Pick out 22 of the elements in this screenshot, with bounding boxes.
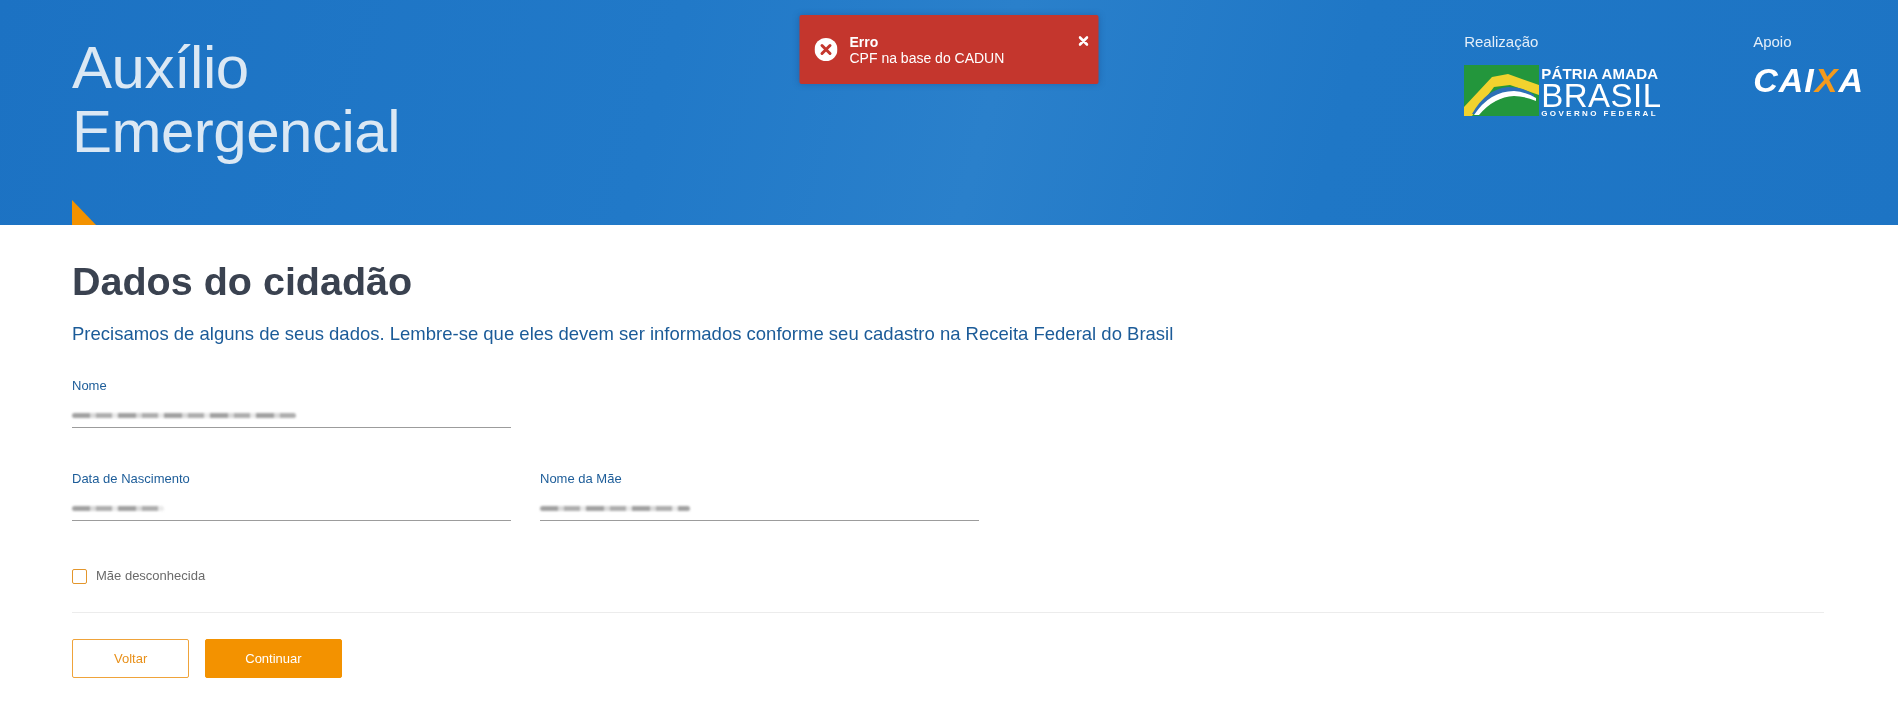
back-button[interactable]: Voltar [72,639,190,678]
field-label: Nome da Mãe [540,471,623,487]
logo-text: CAIXA [1753,65,1864,95]
sponsor-label: Apoio [1753,33,1793,51]
sponsor-label: Realização [1464,33,1540,51]
continue-button[interactable]: Continuar [205,639,342,678]
intro-text: Precisamos de alguns de seus dados. Lembre-se que eles devem ser informados conforme seu cadastro na Receita Federal do Brasil [72,324,1175,344]
close-icon[interactable] [1078,36,1089,46]
checkbox[interactable] [72,568,87,584]
triangle-mark-icon [72,200,96,225]
checkbox-label: Mãe desconhecida [96,568,206,584]
field-label: Data de Nascimento [72,471,191,487]
logo-text: BRASIL [1541,82,1660,109]
error-icon [814,38,838,61]
toast-message: CPF na base do CADUN [849,49,1006,66]
logo-text: PÁTRIA AMADA [1541,65,1660,82]
page-heading: Dados do cidadão [72,259,414,303]
flag-emblem-icon [1464,65,1540,116]
logo-text: GOVERNO FEDERAL [1541,109,1660,119]
app-title: Auxílio Emergencial [72,36,401,164]
toast-title: Erro [849,33,880,50]
field-label: Nome [72,378,108,394]
